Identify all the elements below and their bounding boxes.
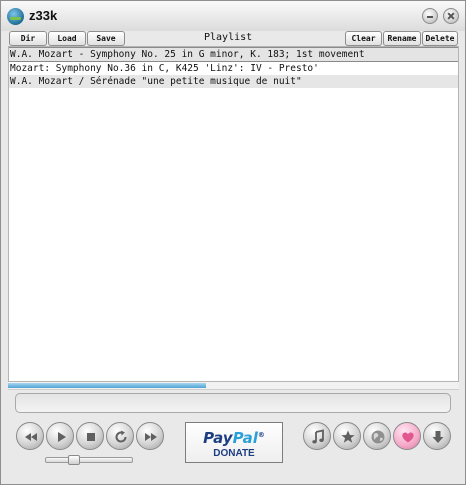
fast-forward-icon xyxy=(145,433,157,441)
play-icon xyxy=(58,432,66,442)
status-display xyxy=(15,393,451,413)
repeat-button[interactable] xyxy=(106,422,134,450)
donate-label: DONATE xyxy=(213,448,255,459)
list-item[interactable]: Mozart: Symphony No.36 in C, K425 'Linz'… xyxy=(9,62,458,75)
star-icon xyxy=(341,430,355,443)
play-button[interactable] xyxy=(46,422,74,450)
app-window: z33k Dir Load Save Playlist Clear Rename… xyxy=(0,0,466,485)
load-button[interactable]: Load xyxy=(48,31,86,46)
app-logo-icon xyxy=(7,8,24,25)
globe-icon xyxy=(371,430,385,444)
paypal-donate-button[interactable]: PayPal® DONATE xyxy=(185,422,283,463)
title-bar[interactable]: z33k xyxy=(1,1,465,31)
stop-icon xyxy=(87,433,95,441)
rename-button[interactable]: Rename xyxy=(383,31,421,46)
volume-slider-thumb[interactable] xyxy=(68,455,80,465)
paypal-logo: PayPal® xyxy=(203,429,265,447)
volume-slider[interactable] xyxy=(45,455,133,465)
web-button[interactable] xyxy=(363,422,391,450)
music-library-button[interactable] xyxy=(303,422,331,450)
download-icon xyxy=(432,431,444,443)
playlist-toolbar: Dir Load Save Playlist Clear Rename Dele… xyxy=(8,31,458,46)
heart-icon xyxy=(402,432,414,443)
download-button[interactable] xyxy=(423,422,451,450)
clear-button[interactable]: Clear xyxy=(345,31,382,46)
dir-button[interactable]: Dir xyxy=(9,31,47,46)
list-item[interactable]: W.A. Mozart - Symphony No. 25 in G minor… xyxy=(9,47,458,62)
list-item[interactable]: W.A. Mozart / Sérénade "une petite musiq… xyxy=(9,75,458,88)
favorites-button[interactable] xyxy=(333,422,361,450)
seek-bar[interactable] xyxy=(8,382,459,390)
playlist-heading: Playlist xyxy=(204,32,253,43)
repeat-icon xyxy=(115,430,127,443)
playlist[interactable]: W.A. Mozart - Symphony No. 25 in G minor… xyxy=(8,46,459,382)
minimize-icon[interactable] xyxy=(422,8,438,24)
love-button[interactable] xyxy=(393,422,421,450)
rewind-button[interactable] xyxy=(16,422,44,450)
save-button[interactable]: Save xyxy=(87,31,125,46)
rewind-icon xyxy=(25,433,37,441)
fast-forward-button[interactable] xyxy=(136,422,164,450)
stop-button[interactable] xyxy=(76,422,104,450)
window-title: z33k xyxy=(29,8,58,23)
seek-bar-fill xyxy=(8,383,207,388)
delete-button[interactable]: Delete xyxy=(422,31,458,46)
music-note-icon xyxy=(312,429,324,444)
close-icon[interactable] xyxy=(443,8,459,24)
